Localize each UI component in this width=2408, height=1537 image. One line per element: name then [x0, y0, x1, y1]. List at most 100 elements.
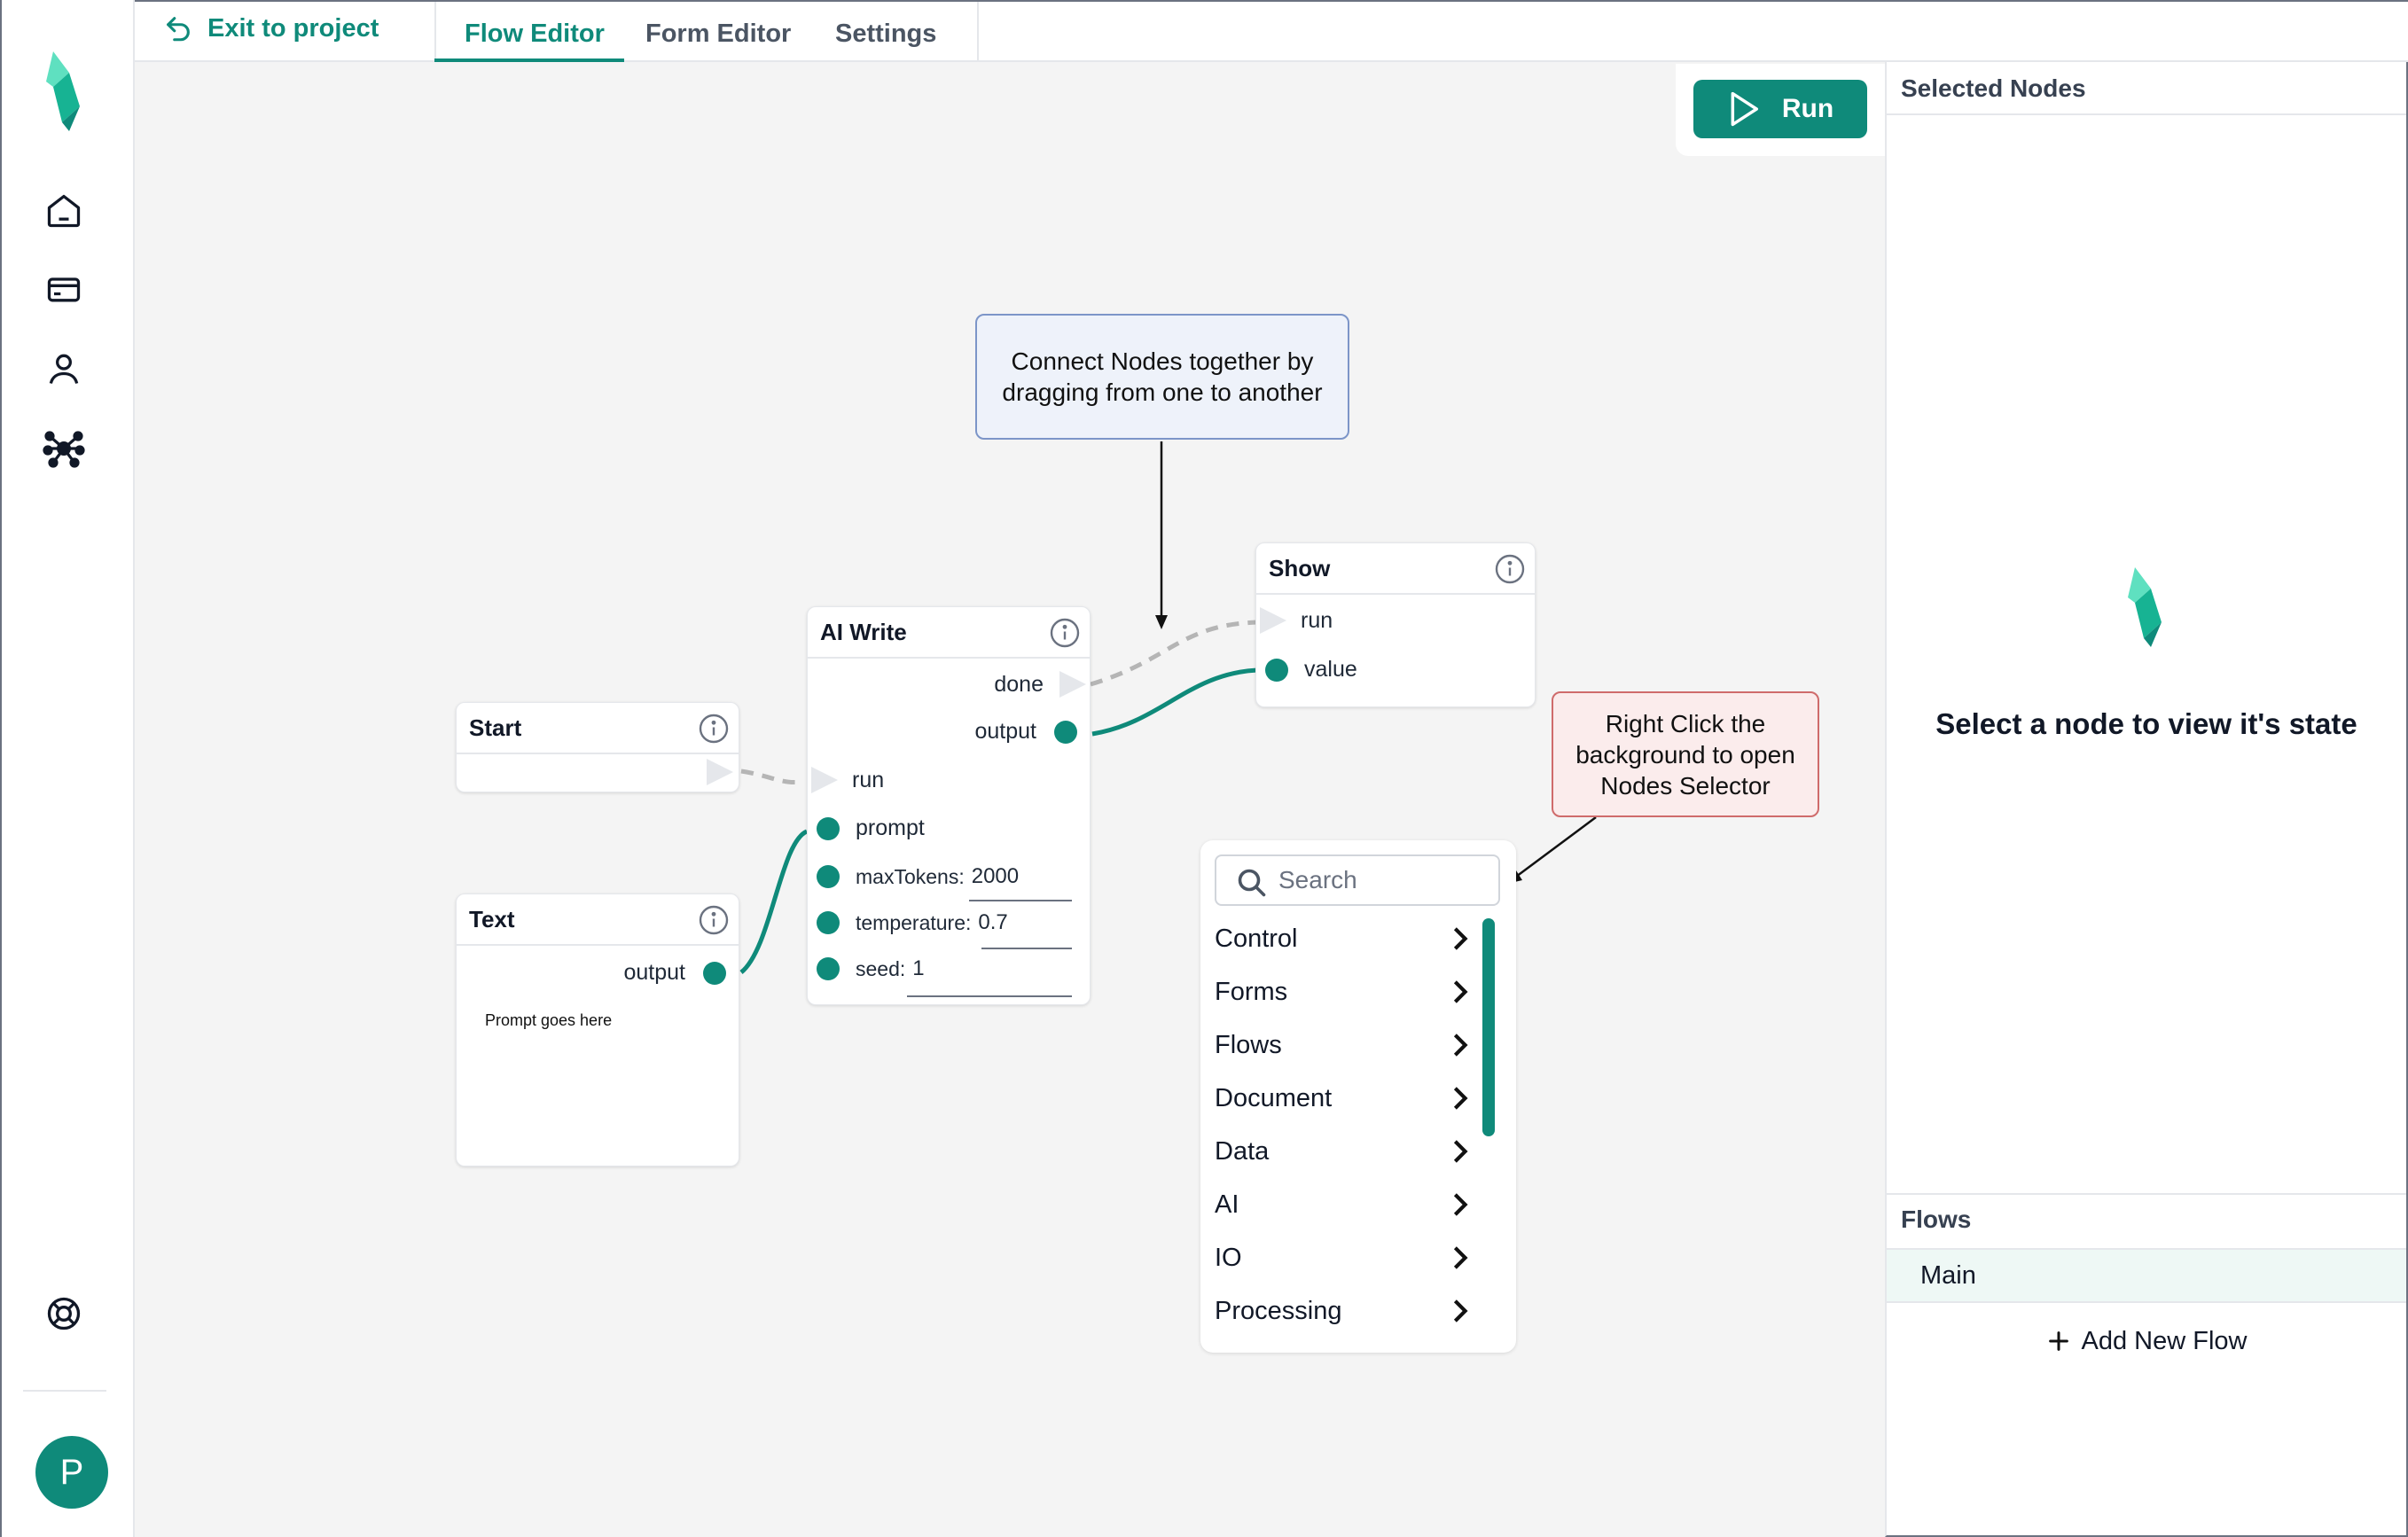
category-processing[interactable]: Processing: [1215, 1289, 1472, 1333]
node-title: Show: [1269, 554, 1331, 581]
output-label: output: [623, 960, 685, 985]
selected-nodes-title: Selected Nodes: [1901, 74, 2086, 102]
value-label: value: [1304, 657, 1357, 682]
run-label: run: [1301, 607, 1333, 633]
category-label: Forms: [1215, 977, 1288, 1006]
temperature-label: temperature:: [856, 910, 972, 934]
info-icon[interactable]: [698, 713, 730, 745]
prompt-label: prompt: [856, 815, 925, 840]
run-button[interactable]: Run: [1693, 80, 1867, 138]
output-port[interactable]: [703, 961, 726, 985]
selector-scrollbar[interactable]: [1482, 918, 1495, 1136]
chevron-right-icon: [1453, 980, 1468, 1003]
seed-label: seed:: [856, 956, 906, 980]
chevron-right-icon: [1453, 1087, 1468, 1110]
tab-settings[interactable]: Settings: [835, 20, 936, 49]
node-title: Start: [469, 714, 522, 741]
add-new-flow-button[interactable]: Add New Flow: [1887, 1319, 2406, 1363]
node-selector: Search Control Forms Flows Document Data…: [1200, 840, 1516, 1353]
category-data[interactable]: Data: [1215, 1129, 1472, 1174]
exit-to-project-button[interactable]: Exit to project: [163, 11, 379, 46]
node-title: Text: [469, 905, 515, 932]
chevron-right-icon: [1453, 1193, 1468, 1216]
top-bar: Exit to project Flow Editor Form Editor …: [135, 0, 2408, 64]
category-label: Document: [1215, 1083, 1333, 1112]
node-show[interactable]: Show run value: [1255, 542, 1536, 707]
category-ai[interactable]: AI: [1215, 1182, 1472, 1227]
help-icon[interactable]: [43, 1292, 85, 1335]
done-label: done: [994, 671, 1044, 697]
category-flows[interactable]: Flows: [1215, 1023, 1472, 1067]
search-input[interactable]: Search: [1215, 854, 1500, 906]
note-connect-text: Connect Nodes together by dragging from …: [1002, 347, 1323, 406]
editor-tabs: Flow Editor Form Editor Settings: [434, 2, 979, 64]
node-title: AI Write: [820, 618, 907, 645]
node-text[interactable]: Text output Prompt goes here: [456, 893, 739, 1166]
value-port[interactable]: [1265, 658, 1288, 682]
category-io[interactable]: IO: [1215, 1236, 1472, 1280]
panel-divider: [1887, 113, 2406, 115]
prompt-port[interactable]: [817, 816, 840, 840]
info-icon[interactable]: [1494, 553, 1526, 585]
play-icon: [1731, 91, 1758, 127]
flows-divider: [1887, 1193, 2406, 1195]
info-icon[interactable]: [698, 904, 730, 936]
temperature-underline: [981, 948, 1072, 949]
category-label: Flows: [1215, 1030, 1282, 1059]
undo-icon: [167, 17, 190, 42]
category-control[interactable]: Control: [1215, 917, 1472, 961]
seed-underline: [907, 995, 1072, 997]
temperature-input[interactable]: 0.7: [978, 910, 1007, 935]
output-port[interactable]: [1054, 720, 1077, 744]
category-label: AI: [1215, 1190, 1239, 1219]
note-connect-nodes[interactable]: Connect Nodes together by dragging from …: [975, 314, 1349, 440]
card-icon[interactable]: [43, 268, 85, 310]
tab-form-editor[interactable]: Form Editor: [645, 20, 791, 49]
exit-label: Exit to project: [207, 13, 379, 43]
max-tokens-input[interactable]: 2000: [972, 864, 1019, 889]
output-label: output: [974, 719, 1036, 744]
category-document[interactable]: Document: [1215, 1076, 1472, 1120]
info-icon[interactable]: [1049, 617, 1081, 649]
left-rail: P: [0, 0, 135, 1537]
run-input-port[interactable]: [811, 767, 838, 793]
note-right-click[interactable]: Right Click the background to open Nodes…: [1552, 691, 1819, 817]
logo-icon[interactable]: [35, 48, 92, 133]
max-tokens-underline: [969, 900, 1072, 901]
run-label: Run: [1781, 94, 1834, 123]
seed-input[interactable]: 1: [912, 956, 924, 981]
chevron-right-icon: [1453, 1246, 1468, 1269]
run-input-port[interactable]: [1260, 607, 1286, 634]
max-tokens-port[interactable]: [817, 865, 840, 888]
seed-port[interactable]: [817, 957, 840, 980]
chevron-right-icon: [1453, 927, 1468, 950]
run-output-port[interactable]: [707, 759, 733, 785]
flows-title: Flows: [1901, 1205, 1972, 1233]
max-tokens-label: maxTokens:: [856, 864, 965, 888]
category-forms[interactable]: Forms: [1215, 970, 1472, 1014]
text-content[interactable]: Prompt goes here: [485, 1011, 612, 1030]
chevron-right-icon: [1453, 1299, 1468, 1322]
node-start[interactable]: Start: [456, 702, 739, 792]
tab-flow-editor[interactable]: Flow Editor: [465, 20, 605, 49]
search-placeholder: Search: [1278, 866, 1357, 893]
user-icon[interactable]: [43, 347, 85, 390]
run-label: run: [852, 767, 885, 792]
note-right-click-text: Right Click the background to open Nodes…: [1575, 709, 1795, 800]
category-label: IO: [1215, 1243, 1242, 1272]
nodes-icon[interactable]: [43, 427, 85, 470]
flow-item-main[interactable]: Main: [1887, 1248, 2406, 1303]
done-port[interactable]: [1059, 671, 1086, 698]
home-icon[interactable]: [43, 190, 85, 232]
plus-icon: [2048, 1331, 2068, 1351]
category-label: Control: [1215, 924, 1298, 953]
logo-icon: [2128, 567, 2162, 647]
avatar[interactable]: P: [35, 1436, 108, 1509]
search-icon: [1238, 869, 1266, 897]
run-button-container: Run: [1676, 64, 1885, 156]
temperature-port[interactable]: [817, 911, 840, 934]
add-flow-label: Add New Flow: [2081, 1326, 2248, 1355]
chevron-right-icon: [1453, 1140, 1468, 1163]
node-ai-write[interactable]: AI Write done output run prompt maxToken…: [807, 606, 1091, 1005]
rail-divider: [23, 1390, 106, 1392]
